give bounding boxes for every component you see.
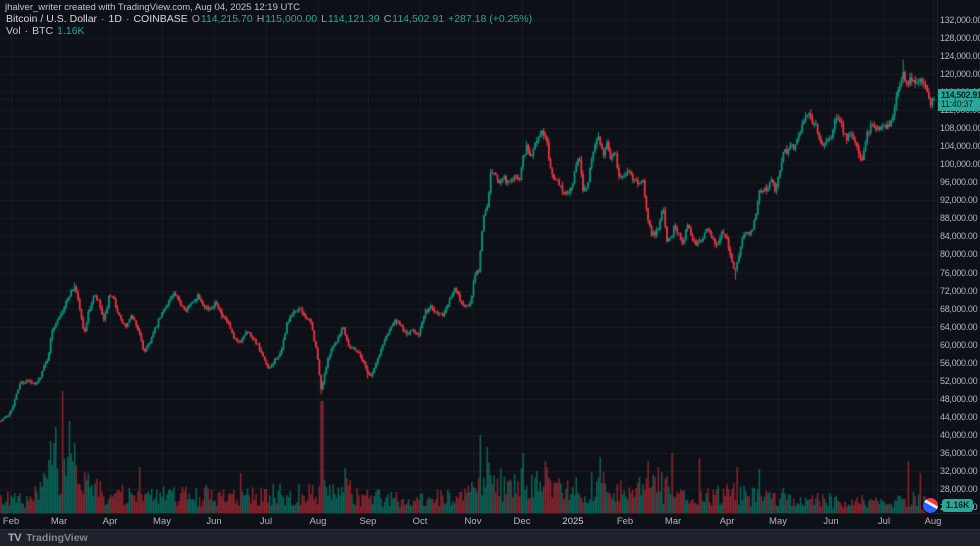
legend-separator: · [25, 25, 29, 37]
time-axis-label: Oct [413, 516, 428, 527]
price-axis-label: 120,000.00 [940, 69, 980, 79]
price-axis-label: 88,000.00 [940, 213, 977, 223]
time-axis-label: Aug [925, 516, 942, 527]
time-axis-label: Apr [720, 516, 735, 527]
attribution-text: jhalver_writer created with TradingView.… [5, 2, 300, 13]
time-axis-label: Mar [51, 516, 67, 527]
exchange-label: COINBASE [133, 13, 187, 25]
price-axis-label: 36,000.00 [940, 448, 977, 458]
price-axis-label: 76,000.00 [940, 268, 977, 278]
symbol-legend: Bitcoin / U.S. Dollar · 1D · COINBASE O1… [6, 13, 532, 25]
price-axis-label: 48,000.00 [940, 394, 977, 404]
low-value: 114,121.39 [328, 13, 380, 25]
price-axis-label: 92,000.00 [940, 195, 977, 205]
time-axis-label: 2025 [562, 516, 583, 527]
tradingview-logo-icon[interactable]: TV [8, 532, 21, 544]
time-axis-label: Jun [823, 516, 838, 527]
open-label: O [192, 13, 200, 25]
price-axis-label: 64,000.00 [940, 322, 977, 332]
price-axis[interactable]: 114,502.91 11:40:37 1.16K 132,000.00 128,… [937, 0, 980, 513]
last-volume-badge: 1.16K [942, 499, 973, 512]
price-axis-label: 124,000.00 [940, 51, 980, 61]
price-chart-canvas[interactable] [0, 0, 937, 513]
high-label: H [257, 13, 265, 25]
close-label: C [384, 13, 392, 25]
time-axis-label: Sep [360, 516, 377, 527]
time-axis-label: Aug [310, 516, 327, 527]
price-axis-label: 84,000.00 [940, 231, 977, 241]
price-axis-label: 40,000.00 [940, 430, 977, 440]
tradingview-chart-window: jhalver_writer created with TradingView.… [0, 0, 980, 546]
legend-separator: · [101, 13, 105, 25]
time-axis-label: Feb [617, 516, 633, 527]
low-label: L [321, 13, 327, 25]
tradingview-brand[interactable]: TradingView [26, 532, 88, 544]
time-axis-label: May [769, 516, 787, 527]
symbol-marker-icon [922, 497, 939, 514]
price-axis-label: 128,000.00 [940, 33, 980, 43]
time-axis-label: Mar [665, 516, 681, 527]
time-axis-label: May [153, 516, 171, 527]
price-axis-label: 96,000.00 [940, 177, 977, 187]
open-value: 114,215.70 [201, 13, 253, 25]
last-price-badge: 114,502.91 11:40:37 [938, 89, 980, 111]
price-axis-label: 100,000.00 [940, 159, 980, 169]
bar-countdown: 11:40:37 [941, 100, 980, 109]
price-axis-label: 60,000.00 [940, 340, 977, 350]
price-axis-label: 104,000.00 [940, 141, 980, 151]
price-axis-label: 44,000.00 [940, 412, 977, 422]
legend-separator: · [126, 13, 130, 25]
close-value: 114,502.91 [392, 13, 444, 25]
volume-value: 1.16K [57, 25, 84, 37]
symbol-title[interactable]: Bitcoin / U.S. Dollar [6, 13, 97, 25]
price-axis-label: 28,000.00 [940, 484, 977, 494]
change-value: +287.18 (+0.25%) [448, 13, 532, 25]
price-axis-label: 108,000.00 [940, 123, 980, 133]
high-value: 115,000.00 [265, 13, 317, 25]
price-axis-label: 80,000.00 [940, 249, 977, 259]
price-axis-label: 132,000.00 [940, 15, 980, 25]
volume-unit: BTC [32, 25, 53, 37]
time-axis-label: Apr [103, 516, 118, 527]
volume-label[interactable]: Vol [6, 25, 21, 37]
footer-bar: TV TradingView [0, 529, 980, 546]
time-axis[interactable]: Feb Mar Apr May Jun Jul Aug Sep Oct Nov Dec 2025 Feb… [0, 513, 980, 530]
price-axis-label: 52,000.00 [940, 376, 977, 386]
price-axis-label: 68,000.00 [940, 304, 977, 314]
price-axis-label: 32,000.00 [940, 466, 977, 476]
time-axis-label: Jul [878, 516, 890, 527]
price-axis-label: 56,000.00 [940, 358, 977, 368]
interval-label[interactable]: 1D [109, 13, 122, 25]
price-axis-label: 72,000.00 [940, 286, 977, 296]
time-axis-label: Dec [514, 516, 531, 527]
time-axis-label: Jun [206, 516, 221, 527]
time-axis-label: Feb [3, 516, 19, 527]
time-axis-label: Nov [465, 516, 482, 527]
time-axis-label: Jul [260, 516, 272, 527]
volume-legend: Vol · BTC 1.16K [6, 25, 85, 37]
